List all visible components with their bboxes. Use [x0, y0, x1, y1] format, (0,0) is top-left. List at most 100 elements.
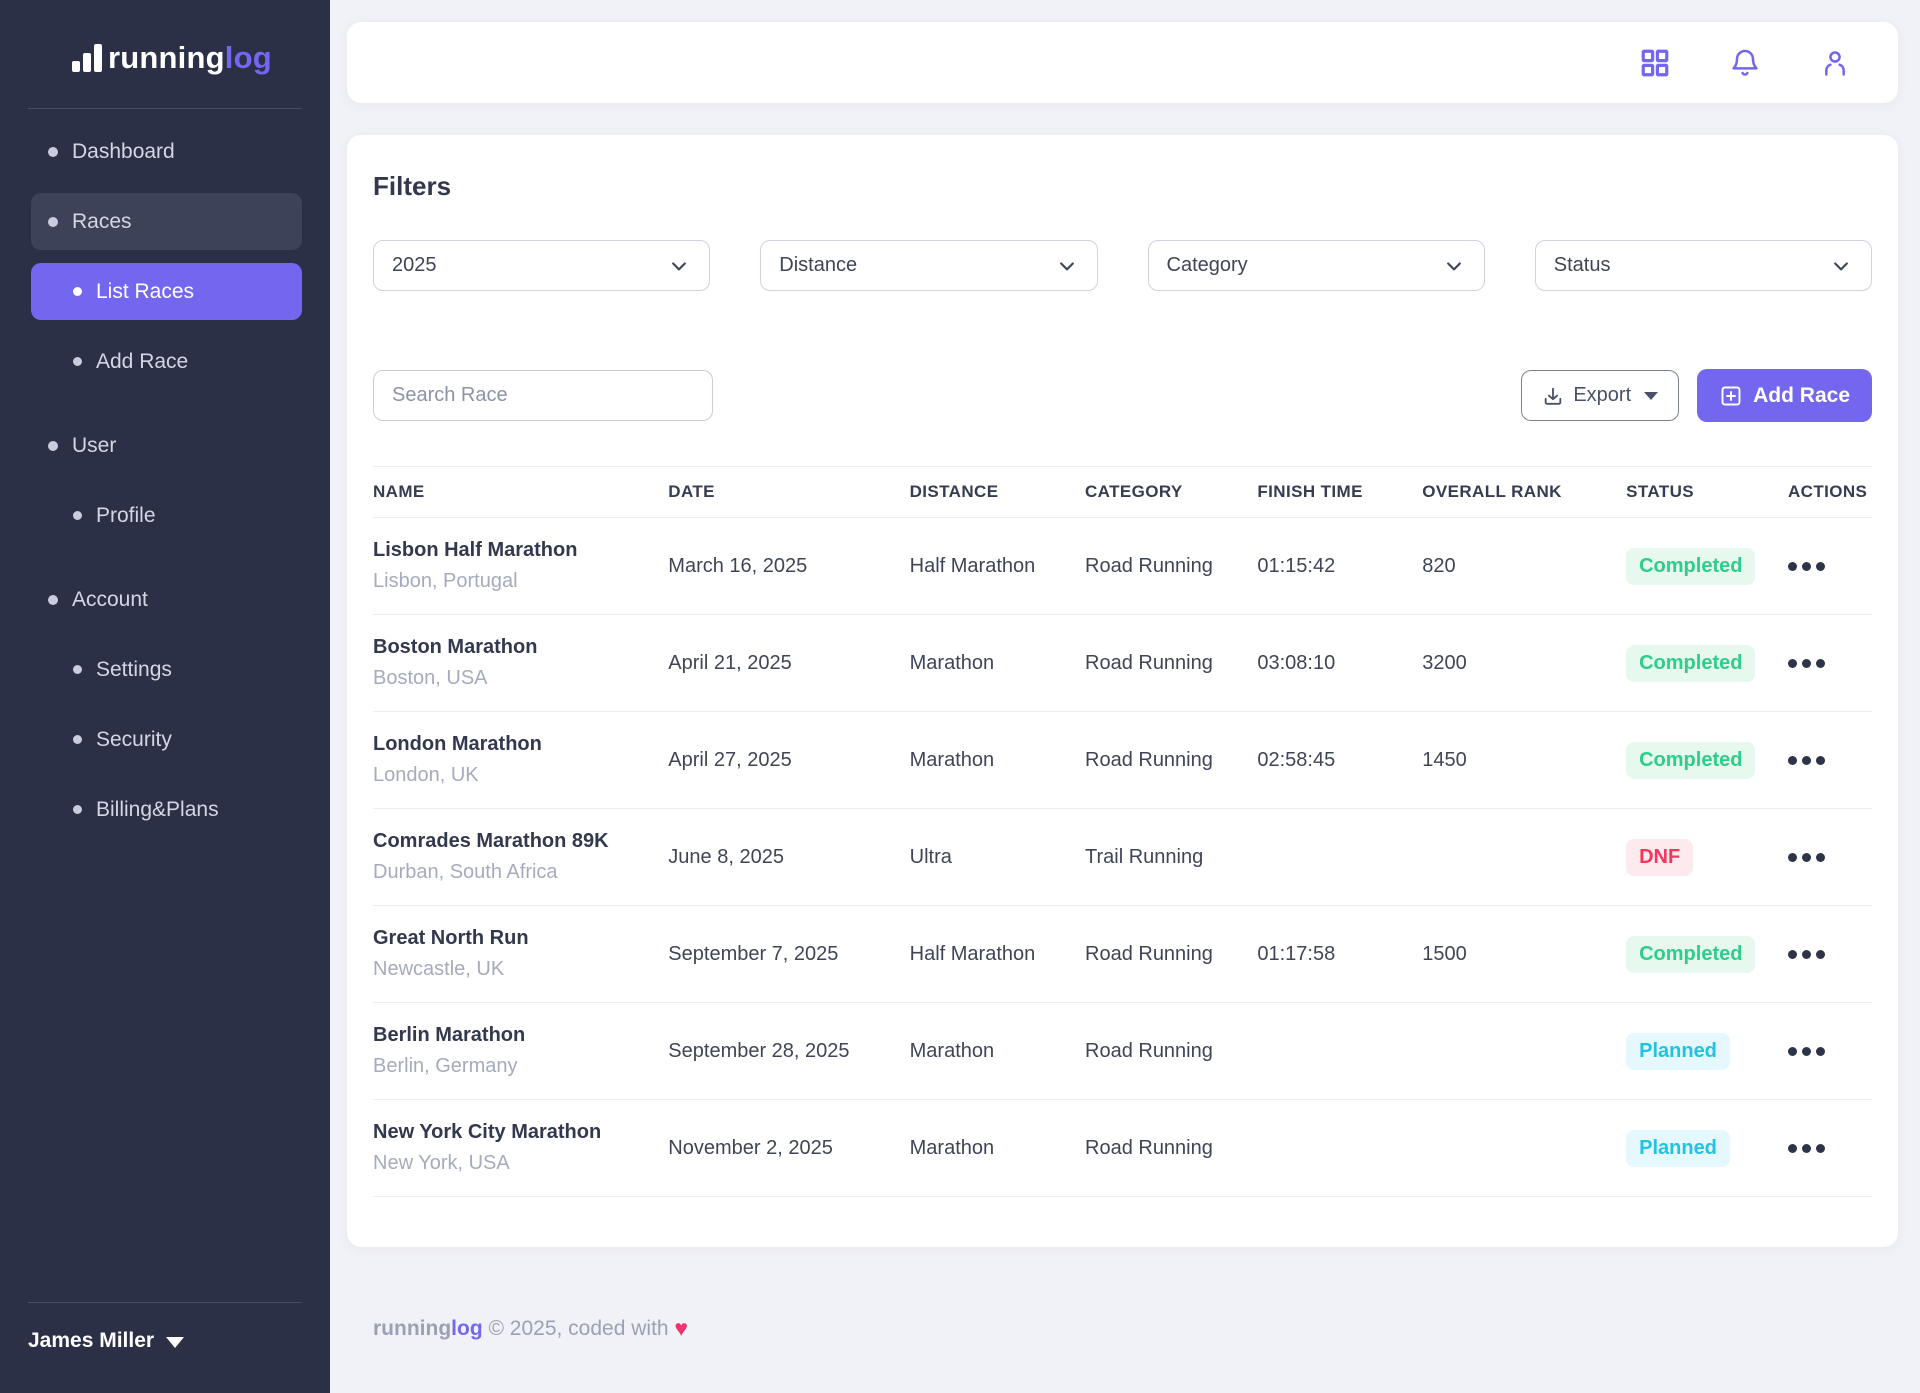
races-panel: Filters 2025DistanceCategoryStatus Expor…	[347, 135, 1898, 1247]
chevron-down-icon	[166, 1337, 184, 1348]
sidebar-item-dashboard[interactable]: Dashboard	[31, 123, 302, 180]
race-row-boston-marathon: Boston MarathonBoston, USAApril 21, 2025…	[373, 615, 1872, 712]
race-date: September 7, 2025	[668, 906, 909, 1003]
race-date: April 21, 2025	[668, 615, 909, 712]
bullet-icon	[73, 665, 82, 674]
sidebar-item-races[interactable]: Races	[31, 193, 302, 250]
sidebar-item-profile[interactable]: Profile	[31, 487, 302, 544]
sidebar-item-settings[interactable]: Settings	[31, 641, 302, 698]
sidebar-item-billing-plans[interactable]: Billing&Plans	[31, 781, 302, 838]
sidebar-item-add-race[interactable]: Add Race	[31, 333, 302, 390]
table-toolbar: Export Add Race	[373, 369, 1872, 422]
race-date: September 28, 2025	[668, 1003, 909, 1100]
user-name: James Miller	[28, 1329, 154, 1353]
app-logo-text: runninglog	[108, 40, 272, 76]
filter-select-distance[interactable]: Distance	[760, 240, 1097, 291]
race-row-new-york-city-marathon: New York City MarathonNew York, USANovem…	[373, 1100, 1872, 1197]
sidebar-item-label: List Races	[96, 280, 194, 304]
row-actions-menu-button[interactable]	[1788, 1144, 1872, 1153]
apps-grid-button[interactable]	[1638, 46, 1672, 80]
race-distance: Marathon	[910, 1100, 1085, 1197]
app-logo: runninglog	[0, 0, 330, 76]
column-header-name: NAME	[373, 467, 668, 518]
race-overall-rank	[1422, 809, 1626, 906]
race-location: Berlin, Germany	[373, 1055, 668, 1078]
filter-select-value: Category	[1167, 254, 1248, 277]
main-area: Filters 2025DistanceCategoryStatus Expor…	[330, 0, 1920, 1393]
notifications-button[interactable]	[1728, 46, 1762, 80]
filter-select-status[interactable]: Status	[1535, 240, 1872, 291]
race-name: Boston Marathon	[373, 636, 668, 659]
status-badge: Completed	[1626, 936, 1755, 973]
race-name: Berlin Marathon	[373, 1024, 668, 1047]
race-category: Road Running	[1085, 712, 1257, 809]
row-actions-menu-button[interactable]	[1788, 562, 1872, 571]
plus-square-icon	[1719, 384, 1743, 408]
race-finish-time: 02:58:45	[1257, 712, 1422, 809]
race-date: April 27, 2025	[668, 712, 909, 809]
add-race-button[interactable]: Add Race	[1697, 369, 1872, 422]
race-overall-rank	[1422, 1003, 1626, 1100]
chevron-down-icon	[669, 256, 689, 276]
race-finish-time: 01:17:58	[1257, 906, 1422, 1003]
column-header-status: STATUS	[1626, 467, 1788, 518]
row-actions-menu-button[interactable]	[1788, 950, 1872, 959]
race-overall-rank: 820	[1422, 518, 1626, 615]
filter-select-category[interactable]: Category	[1148, 240, 1485, 291]
race-distance: Marathon	[910, 712, 1085, 809]
row-actions-menu-button[interactable]	[1788, 659, 1872, 668]
races-table: NAMEDATEDISTANCECATEGORYFINISH TIMEOVERA…	[373, 466, 1872, 1197]
race-row-lisbon-half-marathon: Lisbon Half MarathonLisbon, PortugalMarc…	[373, 518, 1872, 615]
filter-select-2025[interactable]: 2025	[373, 240, 710, 291]
race-date: November 2, 2025	[668, 1100, 909, 1197]
row-actions-menu-button[interactable]	[1788, 756, 1872, 765]
race-distance: Marathon	[910, 615, 1085, 712]
race-distance: Marathon	[910, 1003, 1085, 1100]
race-row-comrades-marathon-89k: Comrades Marathon 89KDurban, South Afric…	[373, 809, 1872, 906]
export-button[interactable]: Export	[1521, 370, 1679, 421]
race-name: Great North Run	[373, 927, 668, 950]
user-menu[interactable]: James Miller	[0, 1303, 330, 1393]
race-finish-time	[1257, 809, 1422, 906]
chevron-down-icon	[1444, 256, 1464, 276]
sidebar: runninglog Dashboard Races List Races Add R…	[0, 0, 330, 1393]
filter-select-value: Distance	[779, 254, 857, 277]
bullet-icon	[48, 217, 58, 227]
caret-down-icon	[1644, 392, 1658, 400]
toolbar-right: Export Add Race	[1521, 369, 1872, 422]
sidebar-item-label: Security	[96, 728, 172, 752]
sidebar-item-list-races[interactable]: List Races	[31, 263, 302, 320]
footer: runninglog © 2025, coded with ♥	[347, 1315, 1898, 1342]
bell-icon	[1729, 47, 1761, 79]
race-location: Lisbon, Portugal	[373, 570, 668, 593]
races-table-body: Lisbon Half MarathonLisbon, PortugalMarc…	[373, 518, 1872, 1197]
search-input[interactable]	[373, 370, 713, 421]
sidebar-item-account[interactable]: Account	[31, 571, 302, 628]
race-location: New York, USA	[373, 1152, 668, 1175]
apps-grid-icon	[1639, 47, 1671, 79]
row-actions-menu-button[interactable]	[1788, 1047, 1872, 1056]
race-overall-rank: 1450	[1422, 712, 1626, 809]
profile-button[interactable]	[1818, 46, 1852, 80]
bullet-icon	[73, 357, 82, 366]
race-overall-rank	[1422, 1100, 1626, 1197]
race-location: Newcastle, UK	[373, 958, 668, 981]
bullet-icon	[73, 511, 82, 520]
column-header-category: CATEGORY	[1085, 467, 1257, 518]
race-row-great-north-run: Great North Run Newcastle, UKSeptember 7,…	[373, 906, 1872, 1003]
sidebar-item-security[interactable]: Security	[31, 711, 302, 768]
row-actions-menu-button[interactable]	[1788, 853, 1872, 862]
race-name: Lisbon Half Marathon	[373, 539, 668, 562]
user-icon	[1819, 47, 1851, 79]
chevron-down-icon	[1057, 256, 1077, 276]
status-badge: Planned	[1626, 1130, 1730, 1167]
sidebar-divider	[28, 108, 302, 109]
sidebar-item-label: Account	[72, 588, 148, 612]
race-category: Road Running	[1085, 615, 1257, 712]
sidebar-footer: James Miller	[0, 1302, 330, 1393]
race-category: Trail Running	[1085, 809, 1257, 906]
column-header-overall-rank: OVERALL RANK	[1422, 467, 1626, 518]
sidebar-item-label: User	[72, 434, 116, 458]
race-category: Road Running	[1085, 518, 1257, 615]
sidebar-item-user[interactable]: User	[31, 417, 302, 474]
